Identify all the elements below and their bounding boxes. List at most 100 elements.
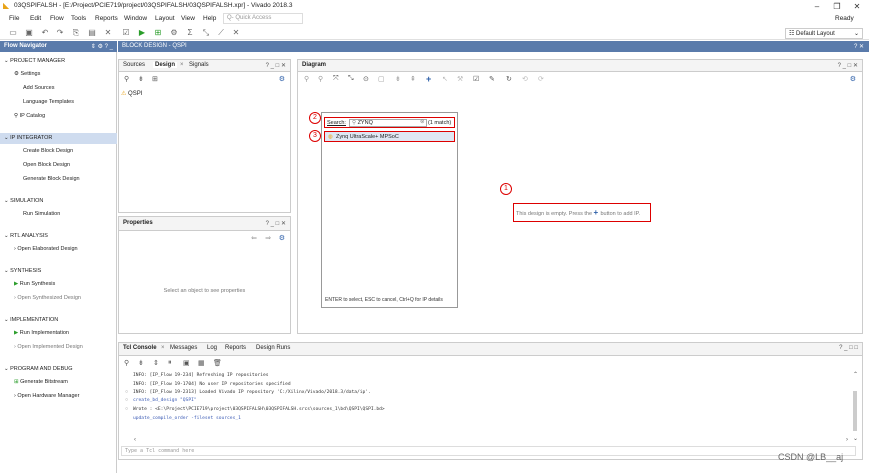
nav-generate-bitstream[interactable]: ⊞ Generate Bitstream xyxy=(0,377,117,388)
section-rtl-analysis[interactable]: ⌄ RTL ANALYSIS xyxy=(0,231,117,242)
nav-settings[interactable]: ⚙ Settings xyxy=(0,69,117,80)
run-icon[interactable]: ▶ xyxy=(137,28,147,38)
search-icon[interactable]: ⚲ xyxy=(124,359,129,367)
validate-icon[interactable]: ☑ xyxy=(473,75,479,83)
layout-select[interactable]: ☷ Default Layout ⌄ xyxy=(785,28,863,39)
menu-flow[interactable]: Flow xyxy=(50,15,64,22)
connect-icon[interactable]: ↖ xyxy=(442,75,448,83)
redo-icon[interactable]: ↷ xyxy=(55,28,65,38)
close-button[interactable]: ✕ xyxy=(850,1,864,12)
expand-icon[interactable]: ⇞ xyxy=(410,75,416,83)
search-icon[interactable]: ⚲ xyxy=(124,75,129,83)
tree-item-qspi[interactable]: ⚠ QSPI xyxy=(121,90,142,97)
nav-ip-catalog[interactable]: ⚲ IP Catalog xyxy=(0,111,117,122)
close-icon[interactable]: × xyxy=(161,345,165,351)
wrap-icon[interactable]: ▣ xyxy=(183,359,190,367)
dashboard-icon[interactable]: ⤡ xyxy=(201,28,211,38)
section-project-manager[interactable]: ⌄ PROJECT MANAGER xyxy=(0,56,117,67)
nav-open-synthesized-design[interactable]: › Open Synthesized Design xyxy=(0,293,117,304)
nav-open-implemented-design[interactable]: › Open Implemented Design xyxy=(0,342,117,353)
tab-log[interactable]: Log xyxy=(207,345,217,351)
properties-panel-controls[interactable]: ? _ □ ✕ xyxy=(266,220,286,227)
nav-language-templates[interactable]: Language Templates xyxy=(0,97,117,108)
maximize-button[interactable]: ❐ xyxy=(830,1,844,12)
menu-edit[interactable]: Edit xyxy=(30,15,41,22)
section-ip-integrator[interactable]: ⌄ IP INTEGRATOR xyxy=(0,133,117,144)
quick-access-input[interactable]: Q- Quick Access xyxy=(223,13,303,24)
zoom-area-icon[interactable]: ⤡ xyxy=(348,75,354,83)
nav-create-block-design[interactable]: Create Block Design xyxy=(0,146,117,157)
search-result-item[interactable]: ◍ Zynq UltraScale+ MPSoC xyxy=(324,131,455,142)
block-design-controls[interactable]: ? ✕ xyxy=(854,43,864,50)
scroll-right-icon[interactable]: › xyxy=(846,437,848,443)
nav-add-sources[interactable]: Add Sources xyxy=(0,83,117,94)
section-simulation[interactable]: ⌄ SIMULATION xyxy=(0,196,117,207)
diagram-panel-controls[interactable]: ? _ □ ✕ xyxy=(838,62,858,69)
menu-view[interactable]: View xyxy=(181,15,195,22)
table-icon[interactable]: ▦ xyxy=(198,359,205,367)
menu-help[interactable]: Help xyxy=(203,15,216,22)
nav-run-synthesis[interactable]: ▶ Run Synthesis xyxy=(0,279,117,290)
tcl-panel-controls[interactable]: ? _ □ □ xyxy=(839,345,858,351)
tab-design-runs[interactable]: Design Runs xyxy=(256,345,290,351)
expand-icon[interactable]: ⇕ xyxy=(153,359,159,367)
menu-layout[interactable]: Layout xyxy=(155,15,175,22)
select-icon[interactable]: ⊙ xyxy=(363,75,369,83)
add-ip-icon[interactable]: + xyxy=(426,74,431,84)
wrench-icon[interactable]: ⚒ xyxy=(457,75,463,83)
refresh-icon[interactable]: ↻ xyxy=(506,75,512,83)
new-project-icon[interactable]: ▭ xyxy=(8,28,18,38)
tab-sources[interactable]: Sources xyxy=(123,62,145,68)
copy-icon[interactable]: ⎘ xyxy=(71,28,81,38)
section-implementation[interactable]: ⌄ IMPLEMENTATION xyxy=(0,315,117,326)
zoom-fit-icon[interactable]: ⤧ xyxy=(333,75,339,83)
tcl-command-input[interactable]: Type a Tcl command here xyxy=(121,446,856,456)
menu-file[interactable]: File xyxy=(9,15,19,22)
tab-reports[interactable]: Reports xyxy=(225,345,246,351)
undo-icon[interactable]: ↶ xyxy=(40,28,50,38)
paste-icon[interactable]: ▤ xyxy=(87,28,97,38)
nav-generate-block-design[interactable]: Generate Block Design xyxy=(0,174,117,185)
clear-search-icon[interactable]: ⊗ xyxy=(420,119,425,125)
settings-icon[interactable]: ⚙ xyxy=(169,28,179,38)
delete-icon[interactable]: ✕ xyxy=(103,28,113,38)
regenerate-icon[interactable]: ⟲ xyxy=(522,75,528,83)
nav-run-implementation[interactable]: ▶ Run Implementation xyxy=(0,328,117,339)
search-input[interactable]: ⚲ ZYNQ xyxy=(349,118,427,127)
clear-icon[interactable]: 🗑 xyxy=(213,359,222,367)
pause-icon[interactable]: ⏸ xyxy=(168,359,172,367)
nav-run-simulation[interactable]: Run Simulation xyxy=(0,209,117,220)
section-synthesis[interactable]: ⌄ SYNTHESIS xyxy=(0,266,117,277)
gear-icon[interactable]: ⚙ xyxy=(850,75,856,83)
nav-open-hardware-manager[interactable]: › Open Hardware Manager xyxy=(0,391,117,402)
collapse-all-icon[interactable]: ⇟ xyxy=(138,359,144,367)
scroll-left-icon[interactable]: ‹ xyxy=(134,437,136,443)
close-icon[interactable]: × xyxy=(180,62,184,68)
cancel-icon[interactable]: ✕ xyxy=(231,28,241,38)
save-icon[interactable]: ▣ xyxy=(24,28,34,38)
scroll-up-icon[interactable]: ⌃ xyxy=(853,371,858,378)
collapse-icon[interactable]: ⇟ xyxy=(395,75,401,83)
menu-tools[interactable]: Tools xyxy=(71,15,86,22)
zoom-out-icon[interactable]: ⚲ xyxy=(318,75,323,83)
gear-icon[interactable]: ⚙ xyxy=(279,75,285,83)
pin-icon[interactable]: ✎ xyxy=(489,75,495,83)
menu-reports[interactable]: Reports xyxy=(95,15,118,22)
sources-panel-controls[interactable]: ? _ □ ✕ xyxy=(266,62,286,69)
tab-design[interactable]: Design xyxy=(153,62,178,68)
hierarchy-icon[interactable]: ⊞ xyxy=(152,75,158,83)
tab-signals[interactable]: Signals xyxy=(189,62,209,68)
bitstream-icon[interactable]: ⊞ xyxy=(153,28,163,38)
tab-tcl-console[interactable]: Tcl Console xyxy=(123,345,157,351)
nav-open-elaborated-design[interactable]: › Open Elaborated Design xyxy=(0,244,117,255)
menu-window[interactable]: Window xyxy=(124,15,147,22)
sigma-icon[interactable]: Σ xyxy=(185,28,195,38)
search-icon[interactable]: ▢ xyxy=(378,75,385,83)
tab-messages[interactable]: Messages xyxy=(170,345,197,351)
zoom-in-icon[interactable]: ⚲ xyxy=(304,75,309,83)
back-arrow-icon[interactable]: ⇐ xyxy=(251,234,257,242)
collapse-all-icon[interactable]: ⇟ xyxy=(138,75,144,83)
flow-navigator-controls[interactable]: ⇕ ⚙ ? _ xyxy=(91,43,113,50)
debug-icon[interactable]: ⟋ xyxy=(216,28,226,38)
vertical-scrollbar[interactable] xyxy=(853,391,857,431)
